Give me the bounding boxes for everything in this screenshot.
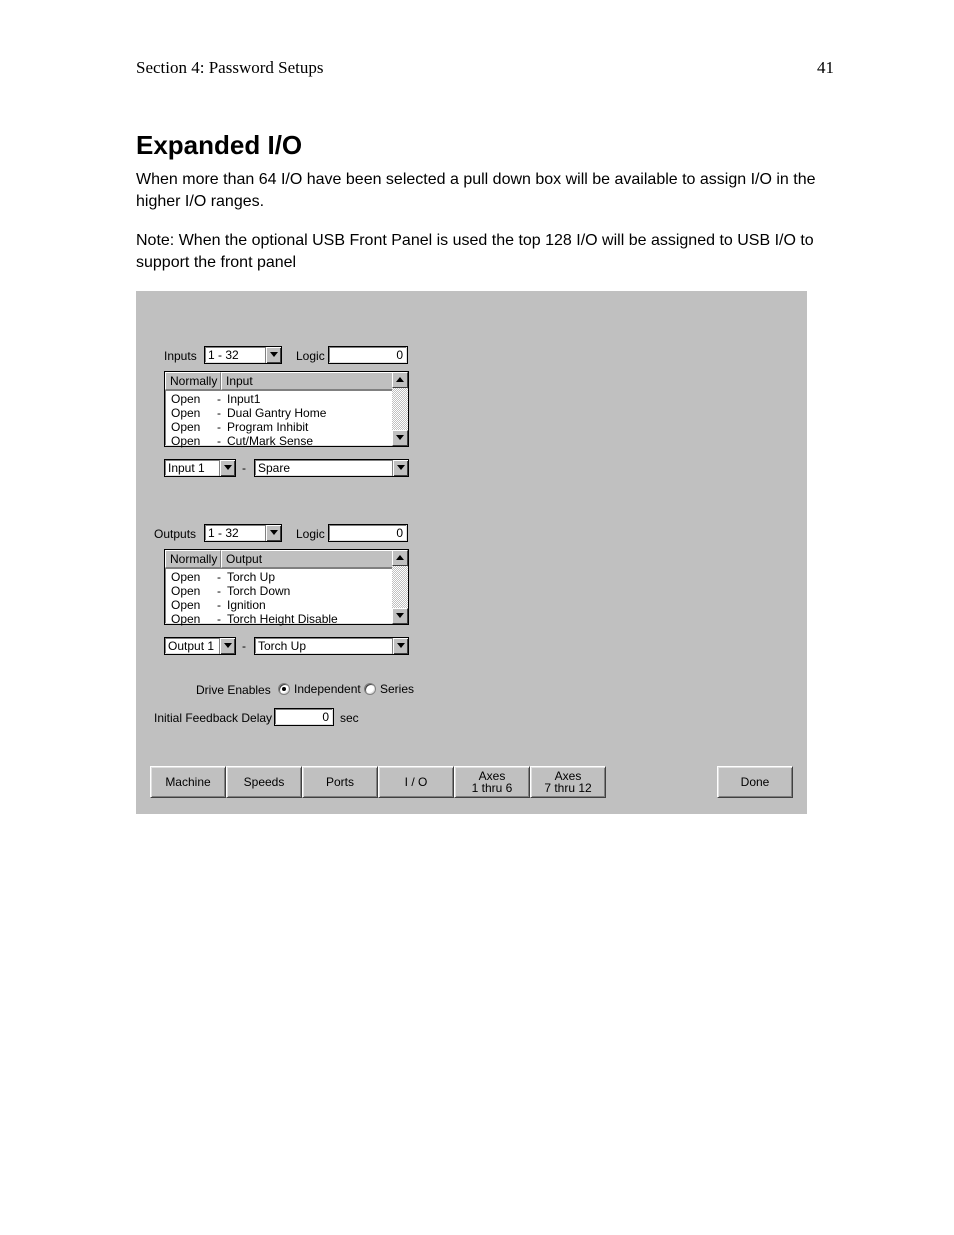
chevron-down-icon[interactable] bbox=[392, 638, 408, 654]
inputs-scrollbar[interactable] bbox=[392, 372, 408, 446]
inputs-range-dropdown[interactable]: 1 - 32 bbox=[204, 346, 282, 364]
output-map-target-dropdown[interactable]: Torch Up bbox=[254, 637, 409, 655]
col-normally: Normally bbox=[165, 550, 221, 568]
outputs-list-header: Normally Output bbox=[165, 550, 408, 569]
page-heading: Expanded I/O bbox=[136, 130, 834, 161]
output-map-source-dropdown[interactable]: Output 1 bbox=[164, 637, 236, 655]
input-map-target-dropdown[interactable]: Spare bbox=[254, 459, 409, 477]
feedback-delay-unit: sec bbox=[340, 711, 359, 725]
feedback-delay-input[interactable]: 0 bbox=[274, 708, 334, 726]
drive-enables-label: Drive Enables bbox=[196, 683, 271, 697]
scroll-down-icon[interactable] bbox=[392, 430, 408, 446]
inputs-label: Inputs bbox=[164, 349, 197, 363]
chevron-down-icon[interactable] bbox=[392, 460, 408, 476]
io-setup-dialog: Inputs 1 - 32 Logic 0 Normally Input Ope… bbox=[136, 291, 807, 814]
inputs-logic-input[interactable]: 0 bbox=[328, 346, 408, 364]
scroll-up-icon[interactable] bbox=[392, 372, 408, 388]
outputs-label: Outputs bbox=[154, 527, 196, 541]
feedback-delay-label: Initial Feedback Delay bbox=[154, 711, 272, 725]
speeds-button[interactable]: Speeds bbox=[226, 766, 302, 798]
paragraph-1: When more than 64 I/O have been selected… bbox=[136, 169, 834, 212]
dialog-button-bar: Machine Speeds Ports I / O Axes 1 thru 6… bbox=[150, 766, 793, 800]
outputs-logic-label: Logic bbox=[296, 527, 325, 541]
ports-button[interactable]: Ports bbox=[302, 766, 378, 798]
io-button[interactable]: I / O bbox=[378, 766, 454, 798]
outputs-range-dropdown[interactable]: 1 - 32 bbox=[204, 524, 282, 542]
running-header: Section 4: Password Setups 41 bbox=[136, 58, 834, 78]
inputs-logic-label: Logic bbox=[296, 349, 325, 363]
list-item[interactable]: Open-Cut/Mark Sense bbox=[171, 434, 393, 448]
drive-independent-radio[interactable]: Independent bbox=[278, 682, 361, 696]
list-item[interactable]: Open-Torch Up bbox=[171, 570, 393, 584]
col-normally: Normally bbox=[165, 372, 221, 390]
radio-dot-icon bbox=[278, 683, 290, 695]
outputs-scrollbar[interactable] bbox=[392, 550, 408, 624]
list-item[interactable]: Open-Torch Height Disable bbox=[171, 612, 393, 626]
chevron-down-icon[interactable] bbox=[265, 347, 281, 363]
outputs-logic-input[interactable]: 0 bbox=[328, 524, 408, 542]
col-input: Input bbox=[221, 372, 408, 390]
list-item[interactable]: Open-Dual Gantry Home bbox=[171, 406, 393, 420]
page-number: 41 bbox=[817, 58, 834, 78]
col-output: Output bbox=[221, 550, 408, 568]
paragraph-2: Note: When the optional USB Front Panel … bbox=[136, 230, 834, 273]
done-button[interactable]: Done bbox=[717, 766, 793, 798]
list-item[interactable]: Open-Torch Down bbox=[171, 584, 393, 598]
inputs-range-value: 1 - 32 bbox=[205, 347, 265, 363]
section-title: Section 4: Password Setups bbox=[136, 58, 323, 78]
scroll-down-icon[interactable] bbox=[392, 608, 408, 624]
outputs-listbox[interactable]: Normally Output Open-Torch Up Open-Torch… bbox=[164, 549, 409, 625]
chevron-down-icon[interactable] bbox=[219, 460, 235, 476]
chevron-down-icon[interactable] bbox=[219, 638, 235, 654]
axes-7-12-button[interactable]: Axes 7 thru 12 bbox=[530, 766, 606, 798]
machine-button[interactable]: Machine bbox=[150, 766, 226, 798]
inputs-listbox[interactable]: Normally Input Open-Input1 Open-Dual Gan… bbox=[164, 371, 409, 447]
list-item[interactable]: Open-Ignition bbox=[171, 598, 393, 612]
scroll-up-icon[interactable] bbox=[392, 550, 408, 566]
radio-dot-icon bbox=[364, 683, 376, 695]
list-item[interactable]: Open-Input1 bbox=[171, 392, 393, 406]
axes-1-6-button[interactable]: Axes 1 thru 6 bbox=[454, 766, 530, 798]
list-item[interactable]: Open-Program Inhibit bbox=[171, 420, 393, 434]
inputs-list-header: Normally Input bbox=[165, 372, 408, 391]
input-map-source-dropdown[interactable]: Input 1 bbox=[164, 459, 236, 477]
drive-series-radio[interactable]: Series bbox=[364, 682, 414, 696]
chevron-down-icon[interactable] bbox=[265, 525, 281, 541]
